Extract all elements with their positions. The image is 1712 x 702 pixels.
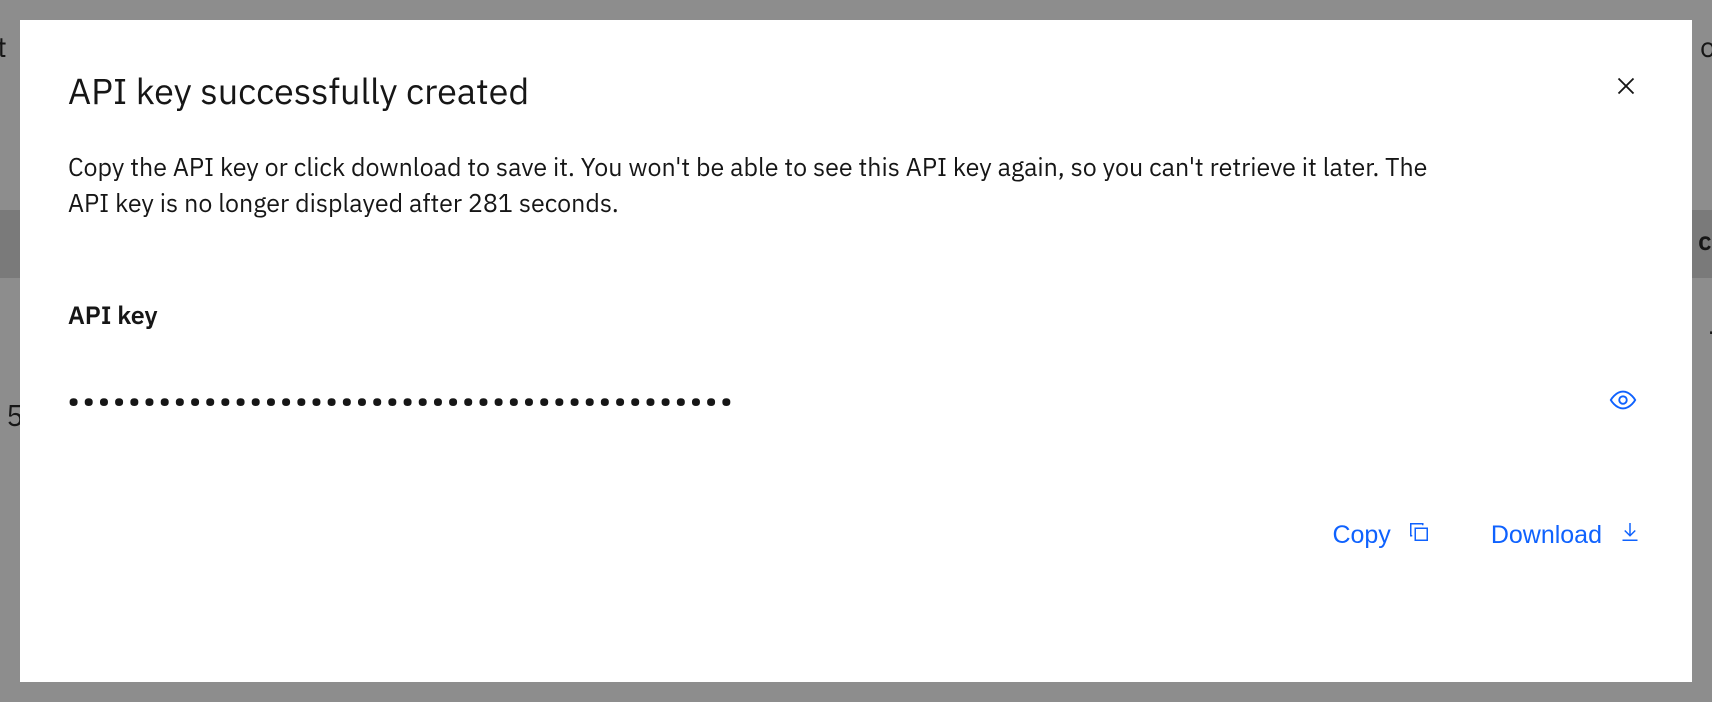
background-fragment: or	[1700, 28, 1712, 65]
copy-button[interactable]: Copy	[1330, 516, 1432, 555]
api-key-label: API key	[68, 298, 1644, 331]
api-key-row: ••••••••••••••••••••••••••••••••••••••••…	[68, 379, 1644, 424]
copy-icon	[1407, 520, 1431, 551]
eye-icon	[1608, 385, 1638, 418]
copy-button-label: Copy	[1332, 521, 1390, 550]
download-icon	[1618, 520, 1642, 551]
reveal-key-button[interactable]	[1602, 379, 1644, 424]
download-button[interactable]: Download	[1489, 516, 1644, 555]
close-icon	[1614, 74, 1638, 101]
close-button[interactable]	[1608, 68, 1644, 107]
modal-title: API key successfully created	[68, 68, 529, 113]
api-key-created-modal: API key successfully created Copy the AP…	[20, 20, 1692, 682]
modal-description: Copy the API key or click download to sa…	[68, 149, 1468, 222]
background-fragment: cre	[1698, 224, 1712, 258]
modal-actions: Copy Download	[68, 516, 1644, 555]
background-fragment: it	[0, 28, 7, 65]
background-fragment: -20	[1708, 312, 1712, 351]
download-button-label: Download	[1491, 521, 1602, 550]
modal-header: API key successfully created	[68, 68, 1644, 113]
api-key-masked-value: ••••••••••••••••••••••••••••••••••••••••…	[68, 388, 736, 414]
